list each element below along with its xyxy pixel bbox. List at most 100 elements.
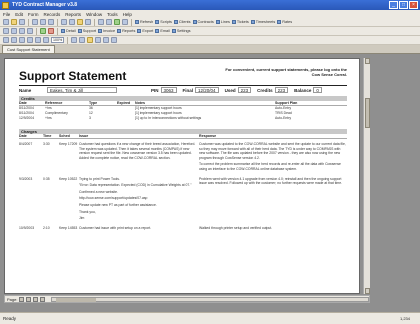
toolbar2-item[interactable]: Lines: [215, 20, 230, 24]
column-header: Time: [43, 134, 52, 138]
first-page-icon[interactable]: [19, 296, 25, 302]
spell-check-icon[interactable]: [48, 19, 54, 25]
print-preview-icon[interactable]: [40, 19, 46, 25]
final-label: Final: [182, 87, 194, 93]
open-folder-icon[interactable]: [11, 19, 17, 25]
scroll-down-icon[interactable]: [365, 288, 370, 294]
undo-icon[interactable]: [85, 19, 91, 25]
credits-label: Credits: [257, 87, 273, 93]
toolbar2-item[interactable]: Timesheets: [250, 20, 275, 24]
toolbar2-item[interactable]: Rates: [277, 20, 292, 24]
new-object-icon[interactable]: [103, 37, 110, 43]
paste-icon[interactable]: [77, 19, 83, 25]
toolbar2-item[interactable]: Clients: [173, 20, 191, 24]
export-icon: [137, 29, 142, 33]
menu-file[interactable]: File: [3, 12, 10, 17]
navigation-toolbar: Detail Support Invoice Reports Export Em…: [0, 27, 420, 36]
multiple-pages-icon[interactable]: [43, 37, 49, 43]
menu-records[interactable]: Records: [44, 12, 61, 17]
response-text: Customer was updated to the COW-CORRAL w…: [199, 142, 346, 171]
app-icon: [2, 1, 9, 9]
previous-page-icon[interactable]: [26, 296, 32, 302]
toolbar3-item[interactable]: Settings: [171, 29, 191, 33]
toolbar2-item[interactable]: Contracts: [192, 20, 214, 24]
toolbar3-item[interactable]: Export: [137, 29, 153, 33]
refresh-icon: [135, 20, 139, 24]
zoom-icon[interactable]: [19, 37, 25, 43]
menu-form[interactable]: Form: [28, 12, 39, 17]
report-page: Support Statement For convenient, curren…: [4, 58, 360, 294]
one-page-icon[interactable]: [27, 37, 33, 43]
report-title: Support Statement: [19, 69, 127, 83]
copy-icon[interactable]: [69, 19, 75, 25]
column-header: Support Plan: [275, 101, 298, 105]
standard-toolbar: Refresh Scripts Clients Contracts Lines …: [0, 18, 420, 27]
new-icon[interactable]: [3, 19, 9, 25]
close-button[interactable]: ×: [409, 1, 418, 9]
scroll-thumb[interactable]: [365, 98, 370, 128]
next-record-icon[interactable]: [19, 28, 25, 34]
toolbar2-item[interactable]: Refresh: [135, 20, 153, 24]
toolbar3-item[interactable]: Email: [155, 29, 170, 33]
cut-icon[interactable]: [61, 19, 67, 25]
support-icon: [77, 29, 82, 33]
response-text: Problem went with version 4.1 upgrade fr…: [199, 176, 343, 186]
vertical-scrollbar[interactable]: [363, 58, 370, 294]
toolbar3-item[interactable]: Detail: [61, 29, 76, 33]
charge-row: 10/9/2003 2:10 Keep 14553 Customer had i…: [19, 226, 347, 233]
window-title: TYD Contract Manager v3.8: [12, 2, 78, 8]
design-view-icon[interactable]: [3, 37, 9, 43]
column-header: Notes: [135, 101, 145, 105]
tab-support-statement[interactable]: Cust Support Statement: [2, 45, 55, 53]
column-header: Type: [89, 101, 98, 105]
toolbar-separator: [57, 18, 58, 26]
toolbar2-item[interactable]: Tickets: [231, 20, 249, 24]
name-label: Name: [19, 87, 32, 93]
menu-window[interactable]: Window: [86, 12, 102, 17]
toolbar3-item[interactable]: Invoice: [98, 29, 115, 33]
settings-icon: [171, 29, 176, 33]
save-icon[interactable]: [19, 19, 25, 25]
new-record-icon[interactable]: [40, 28, 46, 34]
filter-icon[interactable]: [114, 19, 120, 25]
print-icon[interactable]: [32, 19, 38, 25]
toolbar2-item[interactable]: Scripts: [155, 20, 172, 24]
maximize-button[interactable]: □: [399, 1, 408, 9]
toolbar-separator: [94, 18, 95, 26]
sort-descending-icon[interactable]: [106, 19, 112, 25]
preview-workspace: Support Statement For convenient, curren…: [0, 54, 420, 312]
office-links-icon[interactable]: [87, 37, 94, 43]
toolbar3-item[interactable]: Reports: [117, 29, 135, 33]
report-header: Support Statement For convenient, curren…: [19, 65, 347, 83]
database-window-icon[interactable]: [95, 37, 102, 43]
last-page-icon[interactable]: [40, 296, 46, 302]
print-icon[interactable]: [11, 37, 17, 43]
scroll-thumb[interactable]: [56, 297, 97, 302]
status-text: Ready: [3, 316, 17, 321]
help-icon[interactable]: [111, 37, 118, 43]
last-record-icon[interactable]: [27, 28, 33, 34]
find-icon[interactable]: [122, 19, 128, 25]
page-label: Page:: [7, 296, 18, 302]
delete-record-icon[interactable]: [48, 28, 54, 34]
horizontal-scrollbar[interactable]: [51, 296, 369, 302]
zoom-select[interactable]: 100%: [51, 37, 65, 43]
document-tab-bar: Cust Support Statement: [0, 45, 420, 54]
scroll-up-icon[interactable]: [365, 58, 370, 64]
menu-reports[interactable]: Reports: [65, 12, 81, 17]
minimize-button[interactable]: _: [389, 1, 398, 9]
menu-tools[interactable]: Tools: [107, 12, 118, 17]
previous-record-icon[interactable]: [11, 28, 17, 34]
next-page-icon[interactable]: [33, 296, 39, 302]
close-preview-icon[interactable]: [71, 37, 78, 43]
first-record-icon[interactable]: [3, 28, 9, 34]
menu-help[interactable]: Help: [123, 12, 132, 17]
sort-ascending-icon[interactable]: [98, 19, 104, 25]
window-controls: _ □ ×: [389, 1, 418, 9]
setup-icon[interactable]: [79, 37, 86, 43]
invoice-icon: [98, 29, 103, 33]
menu-edit[interactable]: Edit: [15, 12, 23, 17]
two-pages-icon[interactable]: [35, 37, 41, 43]
toolbar3-item[interactable]: Support: [77, 29, 96, 33]
toolbar-separator: [36, 27, 37, 35]
